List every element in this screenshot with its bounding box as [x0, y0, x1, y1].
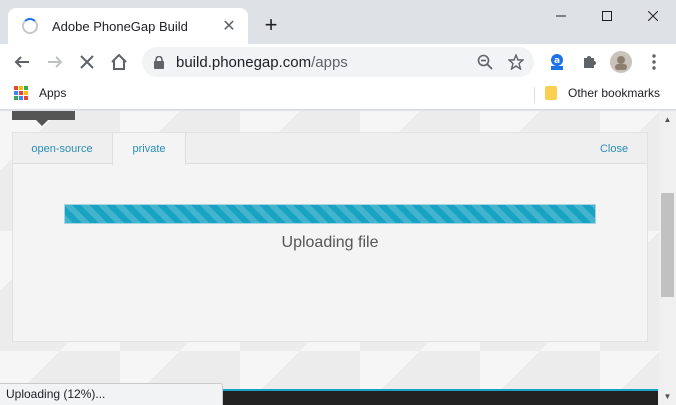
stop-button[interactable] — [73, 48, 101, 76]
page-viewport: open-source private Close Uploading file… — [0, 111, 676, 405]
loading-spinner-icon — [22, 18, 38, 34]
stop-x-icon — [80, 55, 94, 69]
svg-text:a: a — [554, 56, 560, 66]
extensions-button[interactable] — [575, 48, 603, 76]
upload-progress-bar — [64, 204, 596, 224]
new-tab-button[interactable]: + — [260, 14, 282, 36]
window-close-icon — [648, 11, 658, 21]
back-button[interactable] — [8, 48, 36, 76]
status-bubble: Uploading (12%)... — [0, 383, 223, 405]
bookmark-other[interactable]: Other bookmarks — [545, 86, 660, 100]
browser-toolbar: build.phonegap.com/apps a — [0, 44, 676, 80]
upload-message: Uploading file — [281, 234, 379, 251]
scroll-down-icon[interactable]: ▼ — [659, 388, 676, 405]
close-link[interactable]: Close — [591, 133, 637, 164]
browser-tab[interactable]: Adobe PhoneGap Build ✕ — [8, 8, 248, 44]
tab-open-source[interactable]: open-source — [13, 133, 111, 164]
url-path: /apps — [311, 53, 348, 71]
minimize-button[interactable] — [538, 0, 584, 32]
folder-icon — [545, 86, 557, 100]
home-icon — [111, 53, 127, 70]
bookmark-apps-label: Apps — [39, 86, 67, 100]
bookmarks-divider — [534, 87, 535, 103]
tab-private[interactable]: private — [112, 133, 186, 165]
minimize-icon — [556, 15, 566, 17]
bookmark-star-icon[interactable] — [505, 51, 527, 73]
panel-tabs: open-source private Close — [13, 133, 647, 165]
puzzle-icon — [584, 56, 596, 68]
bookmark-other-label: Other bookmarks — [568, 86, 661, 100]
upload-panel: open-source private Close Uploading file — [12, 132, 648, 342]
scroll-up-icon[interactable]: ▲ — [659, 111, 676, 128]
vertical-scrollbar[interactable]: ▲ ▼ — [659, 111, 676, 405]
upload-progress-fill — [65, 205, 595, 223]
kebab-menu-icon — [652, 54, 656, 70]
menu-button[interactable] — [640, 48, 668, 76]
lock-icon — [154, 55, 164, 69]
scrollbar-thumb[interactable] — [661, 193, 674, 297]
profile-button[interactable] — [607, 48, 635, 76]
maximize-button[interactable] — [584, 0, 630, 32]
home-button[interactable] — [105, 48, 133, 76]
forward-arrow-icon — [48, 56, 63, 68]
zoom-out-icon[interactable] — [474, 51, 496, 73]
window-close-button[interactable] — [630, 0, 676, 32]
bookmarks-bar: Apps Other bookmarks — [0, 80, 676, 110]
tab-strip: Adobe PhoneGap Build ✕ + — [0, 0, 676, 44]
forward-button[interactable] — [41, 48, 69, 76]
extension-a-button[interactable]: a — [543, 48, 571, 76]
apps-grid-icon — [14, 86, 28, 100]
bookmark-apps[interactable]: Apps — [14, 86, 66, 100]
back-arrow-icon — [14, 56, 29, 68]
url-host: build.phonegap.com — [176, 53, 312, 71]
avatar — [610, 51, 632, 73]
page-footer-strip — [222, 389, 658, 405]
tab-title: Adobe PhoneGap Build — [52, 18, 188, 34]
close-tab-icon[interactable]: ✕ — [220, 17, 238, 35]
dropdown-pointer — [12, 111, 75, 126]
maximize-icon — [602, 11, 612, 21]
address-bar[interactable]: build.phonegap.com/apps — [142, 47, 534, 77]
extension-a-icon: a — [551, 54, 563, 70]
